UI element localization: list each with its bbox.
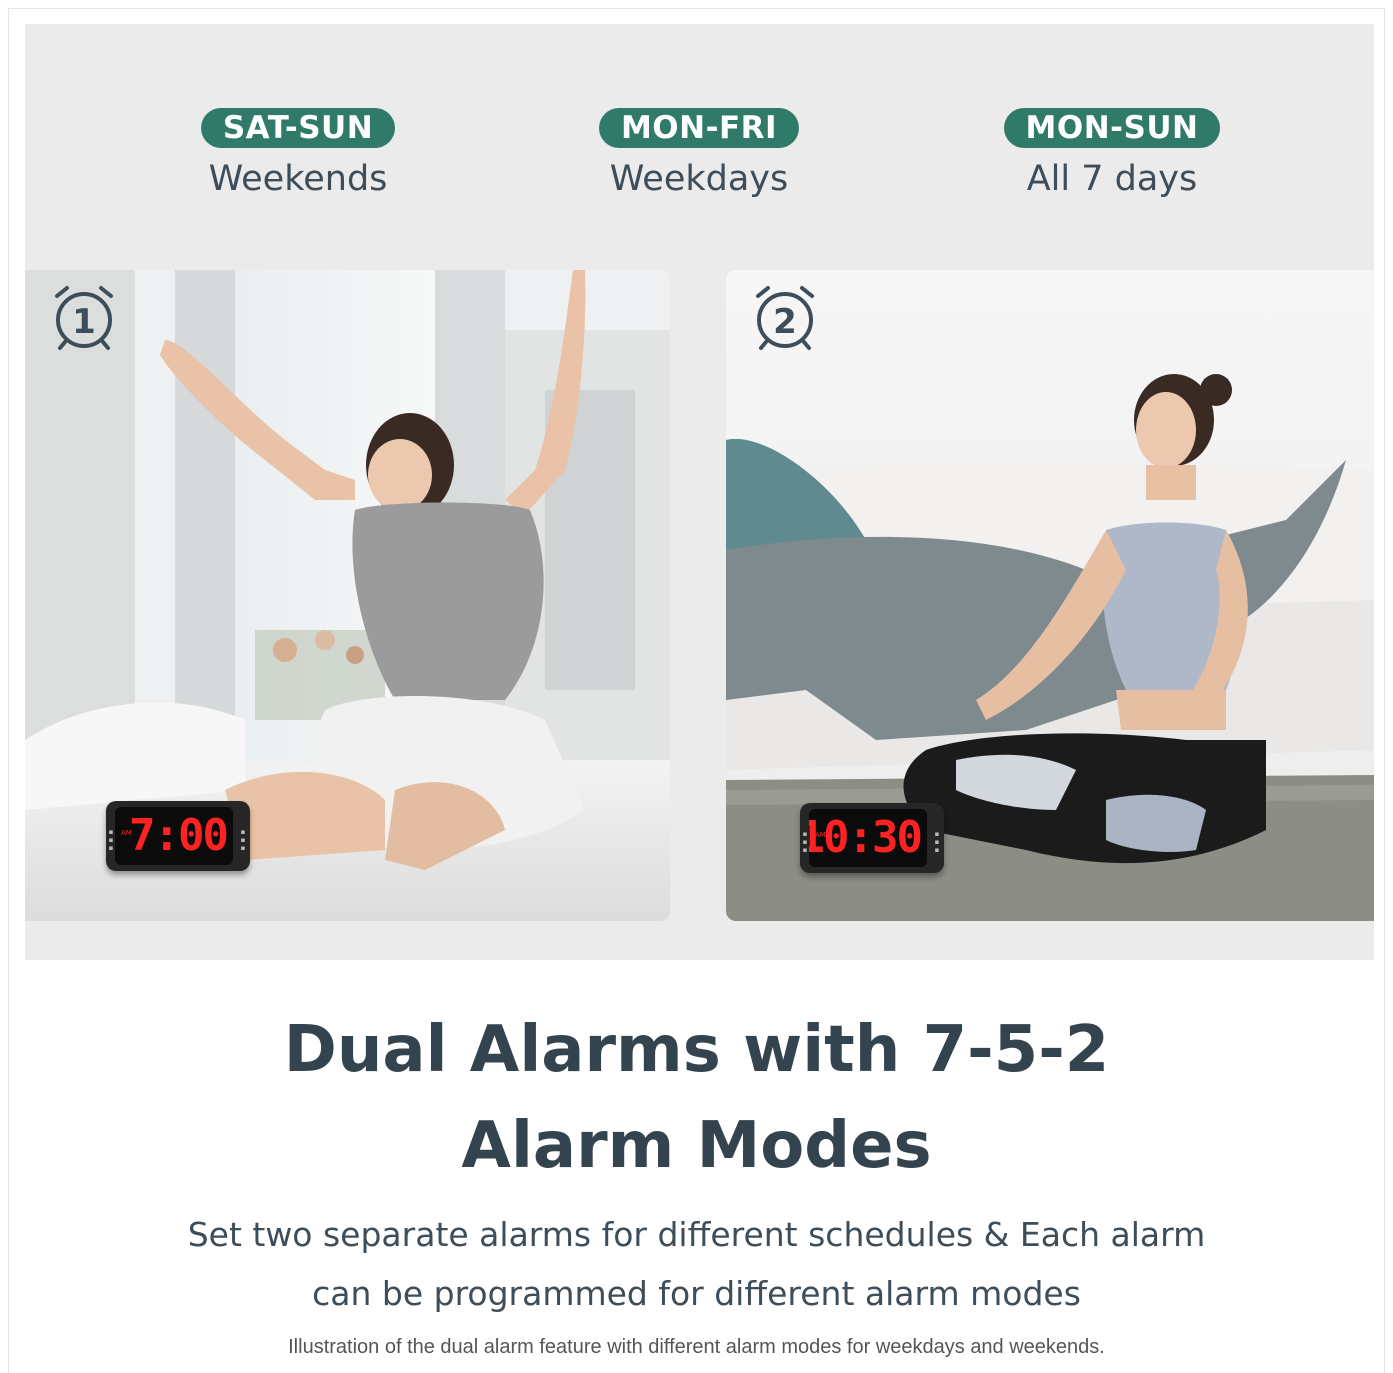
feature-description: Set two separate alarms for different sc… xyxy=(0,1205,1393,1323)
headline-line-1: Dual Alarms with 7-5-2 xyxy=(283,1013,1110,1087)
feature-panel: SAT-SUN Weekends MON-FRI Weekdays MON-SU… xyxy=(25,24,1374,960)
led-alarm-clock: ▪▪▪ AM 10:30 ▪▪▪ xyxy=(800,803,944,873)
image-caption: Illustration of the dual alarm feature w… xyxy=(288,1336,1105,1358)
clock-side-label: ▪▪▪ xyxy=(107,828,115,852)
alarm-number: 1 xyxy=(72,302,96,342)
description-line-1: Set two separate alarms for different sc… xyxy=(187,1215,1206,1254)
mode-label: All 7 days xyxy=(1026,159,1198,199)
mode-weekdays: MON-FRI Weekdays xyxy=(539,108,859,200)
mode-badge: MON-SUN xyxy=(1003,108,1221,148)
headline-line-2: Alarm Modes xyxy=(461,1109,932,1183)
photo-living-room-meditation: 2 ▪▪▪ AM 10:30 ▪▪▪ xyxy=(726,270,1374,921)
clock-side-label: ▪▪▪ xyxy=(933,830,941,854)
clock-time: 7:00 xyxy=(129,810,229,861)
alarm-clock-icon: 2 xyxy=(750,282,820,352)
mode-weekends: SAT-SUN Weekends xyxy=(138,108,458,200)
description-line-2: can be programmed for different alarm mo… xyxy=(312,1274,1081,1313)
photo-bedroom-stretch: 1 ▪▪▪ AM 7:00 ▪▪▪ xyxy=(25,270,670,921)
mode-all-days: MON-SUN All 7 days xyxy=(952,108,1272,200)
led-alarm-clock: ▪▪▪ AM 7:00 ▪▪▪ xyxy=(106,801,250,871)
clock-display: AM 7:00 xyxy=(115,807,233,865)
alarm-clock-icon: 1 xyxy=(49,282,119,352)
clock-display: AM 10:30 xyxy=(809,809,927,867)
clock-time: 10:30 xyxy=(809,812,923,863)
mode-label: Weekends xyxy=(208,159,388,199)
alarm-number: 2 xyxy=(773,302,797,342)
clock-side-label: ▪▪▪ xyxy=(239,828,247,852)
mode-badge: MON-FRI xyxy=(598,108,800,148)
mode-badge: SAT-SUN xyxy=(200,108,396,148)
feature-headline: Dual Alarms with 7-5-2 Alarm Modes xyxy=(0,1002,1393,1194)
mode-label: Weekdays xyxy=(609,159,789,199)
clock-side-label: ▪▪▪ xyxy=(801,830,809,854)
